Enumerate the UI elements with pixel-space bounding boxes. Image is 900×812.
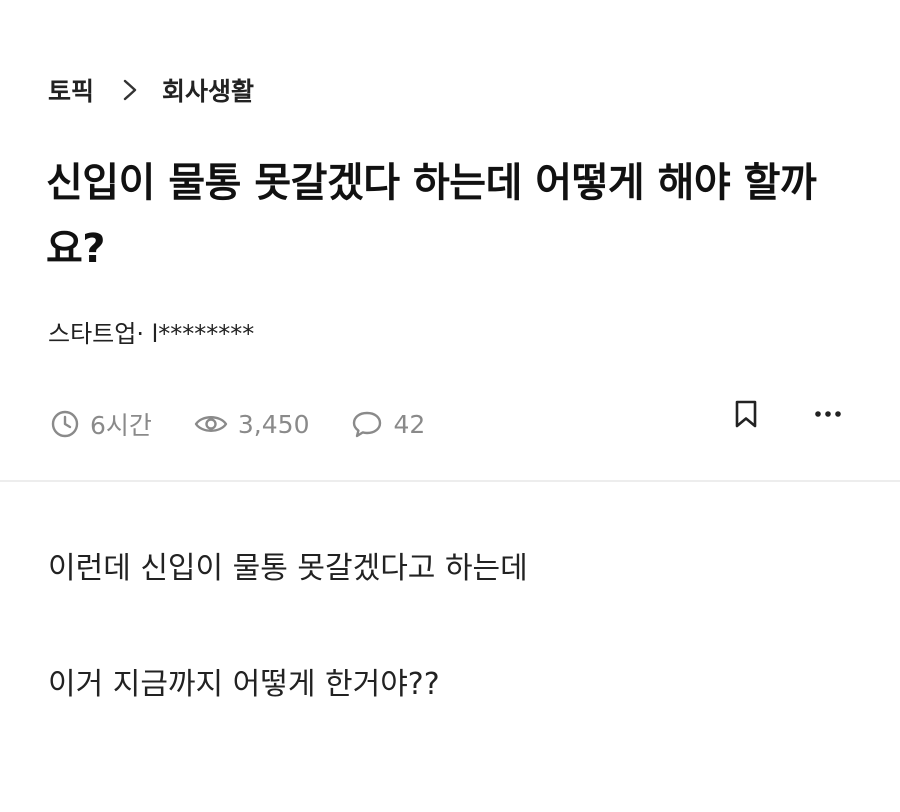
bookmark-button[interactable] (728, 396, 764, 432)
clock-icon (51, 410, 79, 438)
breadcrumb: 토픽 회사생활 (48, 70, 254, 110)
post-views: 3,450 (194, 409, 310, 439)
post-body-line: 이거 지금까지 어떻게 한거야?? (48, 667, 440, 702)
post-author[interactable]: 스타트업· l******** (48, 314, 254, 349)
post-views-count: 3,450 (237, 409, 310, 439)
bookmark-icon (735, 400, 757, 428)
comment-icon (353, 411, 382, 438)
more-button[interactable] (810, 396, 846, 432)
post-comments[interactable]: 42 (351, 409, 425, 439)
eye-icon (194, 416, 228, 432)
more-icon (815, 411, 841, 417)
post-body: 이런데 신입이 물통 못갈겠다고 하는데 이거 지금까지 어떻게 한거야?? (48, 546, 528, 778)
post-body-line: 이런데 신입이 물통 못갈겠다고 하는데 (48, 551, 528, 586)
breadcrumb-topic[interactable]: 토픽 (48, 72, 94, 108)
divider (0, 480, 900, 482)
post-actions (728, 396, 846, 432)
chevron-right-icon (120, 78, 140, 102)
breadcrumb-category[interactable]: 회사생활 (162, 72, 254, 108)
post-meta: 6시간 3,450 42 (50, 402, 467, 446)
post-title: 신입이 물통 못갈겠다 하는데 어떻게 해야 할까요? (46, 160, 817, 272)
post-time-text: 6시간 (90, 411, 152, 440)
post-time: 6시간 (50, 406, 152, 442)
post-comments-count: 42 (393, 409, 426, 439)
